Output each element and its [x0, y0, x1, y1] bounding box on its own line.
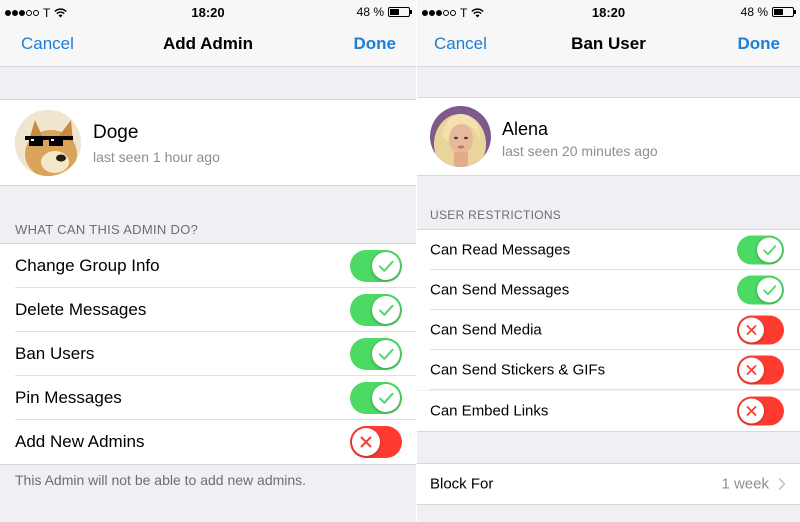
cross-icon — [739, 357, 764, 383]
user-card: Doge last seen 1 hour ago — [0, 99, 416, 186]
battery-indicator: 48 % — [356, 5, 412, 19]
restriction-row: Can Read Messages — [417, 229, 800, 270]
permission-row: Delete Messages — [0, 288, 416, 332]
doge-avatar — [15, 110, 81, 176]
add-admin-screen: T 18:20 48 % Cancel Add Admin Done Doge … — [0, 0, 416, 522]
restriction-label: Can Send Messages — [430, 281, 570, 299]
battery-indicator: 48 % — [740, 5, 796, 19]
navigation-bar: Cancel Ban User Done — [417, 26, 800, 67]
restriction-row: Can Embed Links — [417, 391, 800, 432]
restriction-row: Can Send Media — [417, 310, 800, 350]
restriction-label: Can Send Media — [430, 321, 542, 339]
alena-avatar — [430, 106, 491, 167]
block-for-label: Block For — [430, 475, 494, 493]
permission-row: Ban Users — [0, 332, 416, 376]
checkmark-icon — [372, 296, 400, 324]
section-header: WHAT CAN THIS ADMIN DO? — [15, 222, 199, 237]
restriction-label: Can Embed Links — [430, 402, 549, 420]
footer-note: This Admin will not be able to add new a… — [15, 472, 307, 488]
battery-icon — [388, 7, 412, 17]
last-seen: last seen 1 hour ago — [93, 149, 220, 165]
checkmark-icon — [372, 340, 400, 368]
battery-icon — [772, 7, 796, 17]
restriction-toggle[interactable] — [737, 275, 784, 305]
cancel-button[interactable]: Cancel — [434, 34, 487, 54]
checkmark-icon — [372, 252, 400, 280]
cancel-button[interactable]: Cancel — [21, 34, 74, 54]
last-seen: last seen 20 minutes ago — [502, 143, 658, 159]
permission-row: Pin Messages — [0, 376, 416, 420]
done-button[interactable]: Done — [738, 34, 781, 54]
permission-label: Change Group Info — [15, 256, 160, 275]
restriction-row: Can Send Messages — [417, 270, 800, 310]
cross-icon — [739, 317, 764, 343]
doge-avatar-image — [15, 110, 81, 176]
restriction-label: Can Send Stickers & GIFs — [430, 361, 606, 379]
user-name: Alena — [502, 119, 549, 139]
permission-label: Add New Admins — [15, 432, 145, 451]
permission-label: Ban Users — [15, 344, 95, 363]
permission-toggle[interactable] — [350, 382, 402, 414]
restriction-toggle[interactable] — [737, 355, 784, 385]
permission-label: Pin Messages — [15, 388, 122, 407]
permission-toggle[interactable] — [350, 338, 402, 370]
permission-label: Delete Messages — [15, 300, 147, 319]
section-header: USER RESTRICTIONS — [430, 208, 562, 222]
navigation-bar: Cancel Add Admin Done — [0, 26, 416, 67]
restriction-toggle[interactable] — [737, 235, 784, 265]
status-bar: T 18:20 48 % — [417, 0, 800, 26]
ban-user-screen: T 18:20 48 % Cancel Ban User Done Alena … — [417, 0, 800, 522]
alena-avatar-image — [430, 106, 491, 167]
checkmark-icon — [757, 277, 782, 303]
restriction-row: Can Send Stickers & GIFs — [417, 350, 800, 390]
status-time: 18:20 — [191, 5, 225, 20]
checkmark-icon — [372, 384, 400, 412]
user-name: Doge — [93, 122, 139, 143]
permission-row: Change Group Info — [0, 243, 416, 288]
chevron-right-icon — [778, 478, 786, 490]
cross-icon — [739, 398, 764, 424]
checkmark-icon — [757, 237, 782, 263]
permission-toggle[interactable] — [350, 294, 402, 326]
user-card: Alena last seen 20 minutes ago — [417, 97, 800, 176]
permission-row: Add New Admins — [0, 420, 416, 465]
restriction-toggle[interactable] — [737, 315, 784, 345]
block-for-row[interactable]: Block For 1 week — [417, 463, 800, 505]
status-bar: T 18:20 48 % — [0, 0, 416, 26]
permission-toggle[interactable] — [350, 426, 402, 458]
cross-icon — [352, 428, 380, 456]
permission-toggle[interactable] — [350, 250, 402, 282]
block-for-value: 1 week — [721, 475, 769, 493]
restriction-label: Can Read Messages — [430, 241, 571, 259]
done-button[interactable]: Done — [354, 34, 397, 54]
battery-percent: 48 % — [740, 5, 768, 19]
battery-percent: 48 % — [356, 5, 384, 19]
restriction-toggle[interactable] — [737, 396, 784, 426]
